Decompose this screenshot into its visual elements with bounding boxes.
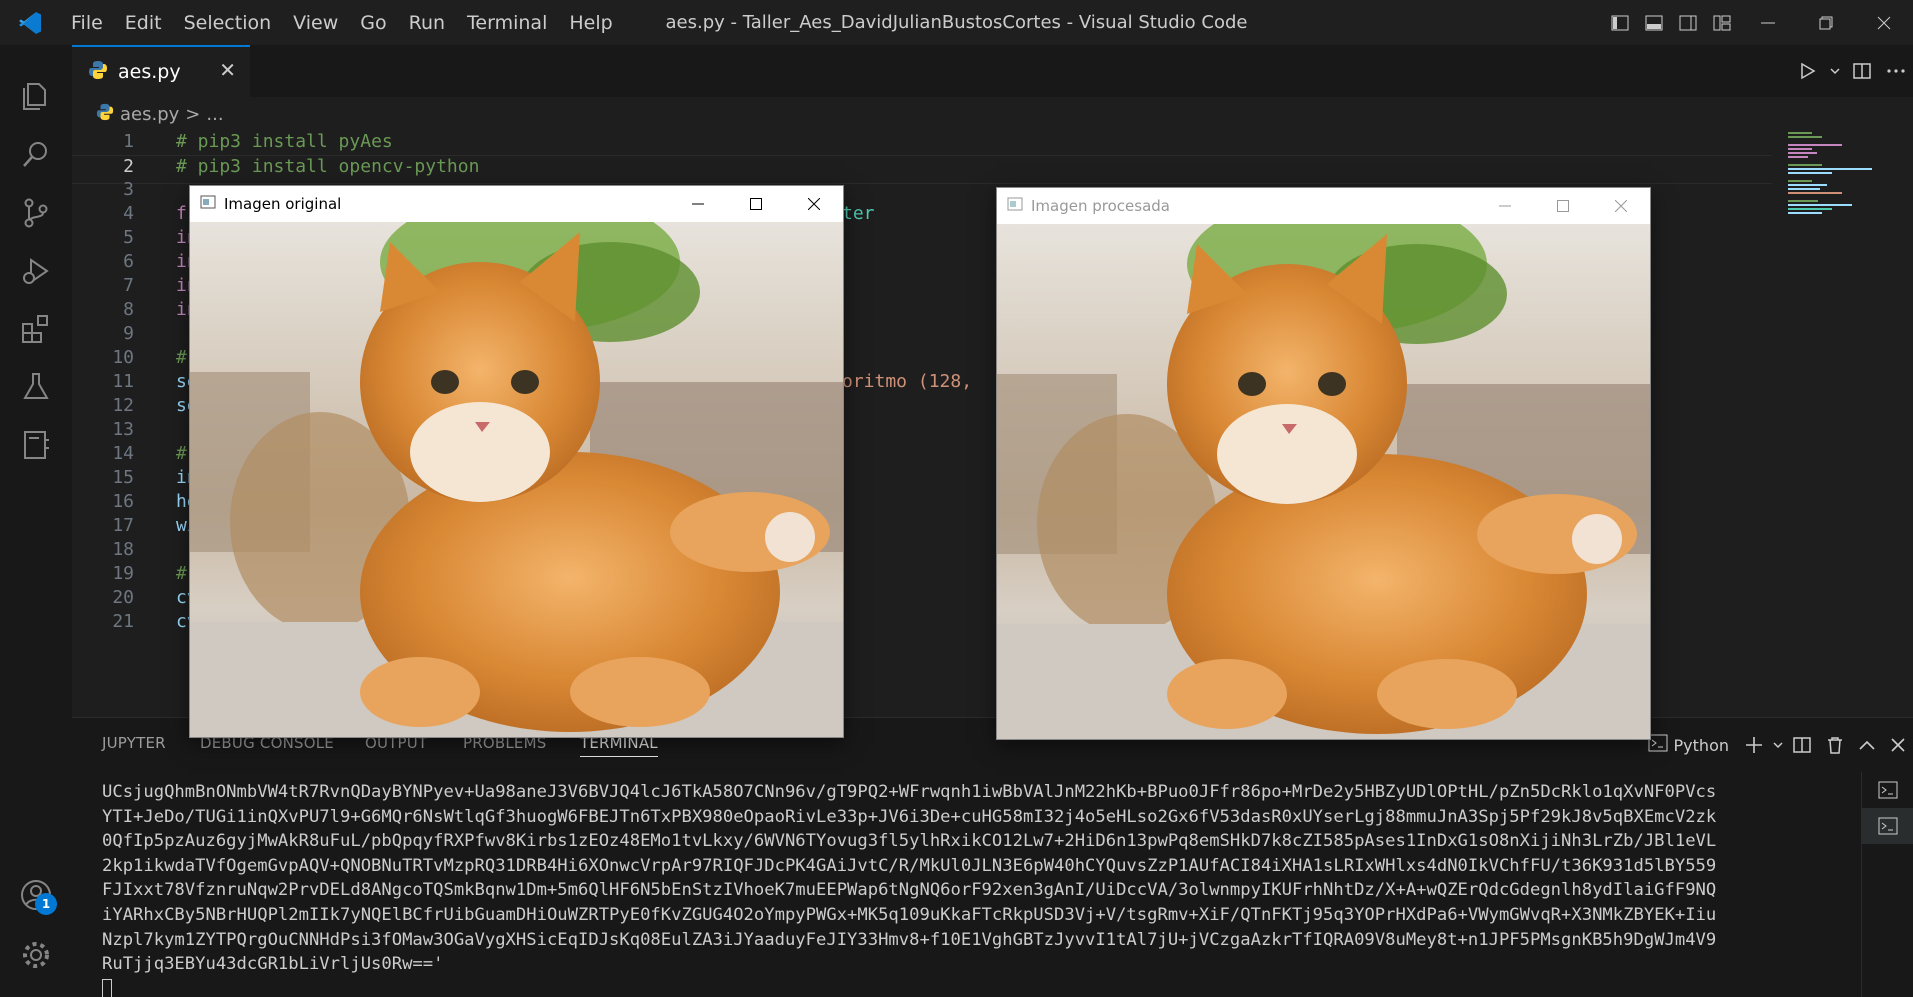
menu-bar: File Edit Selection View Go Run Terminal…: [60, 0, 624, 45]
menu-run[interactable]: Run: [398, 12, 456, 34]
testing-icon[interactable]: [0, 357, 72, 417]
more-actions-icon[interactable]: [1879, 45, 1913, 97]
minimize-window-icon[interactable]: [1739, 0, 1797, 45]
imagen-original-title: Imagen original: [224, 195, 342, 213]
new-terminal-icon[interactable]: [1737, 718, 1771, 772]
terminal-tabs-list: [1861, 772, 1913, 997]
breadcrumb-symbols[interactable]: ...: [206, 104, 223, 125]
terminal-dropdown-chevron-icon[interactable]: [1771, 718, 1785, 772]
jupyter-icon[interactable]: [0, 415, 72, 475]
menu-terminal[interactable]: Terminal: [456, 12, 558, 34]
activity-bar: 1: [0, 45, 72, 997]
terminal-line: UCsjugQhmBnONmbVW4tR7RvnQDayBYNPyev+Ua98…: [102, 782, 1717, 802]
title-controls: [1603, 0, 1913, 45]
window-app-icon: [1007, 197, 1031, 215]
tab-jupyter[interactable]: JUPYTER: [102, 734, 166, 752]
cat-photo-processed: [997, 224, 1650, 739]
source-control-icon[interactable]: [0, 183, 72, 243]
toggle-primary-sidebar-icon[interactable]: [1603, 0, 1637, 45]
close-panel-icon[interactable]: [1883, 718, 1913, 772]
tab-aes-py[interactable]: aes.py ✕: [72, 45, 250, 97]
customize-layout-icon[interactable]: [1705, 0, 1739, 45]
menu-view[interactable]: View: [282, 12, 349, 34]
imagen-procesada-window[interactable]: Imagen procesada: [996, 187, 1651, 740]
terminal-line: Nzpl7kym1ZYTPQrgOuCNNHdPsi3fOMaw3OGaVygX…: [102, 929, 1717, 950]
python-file-icon: [88, 60, 108, 84]
menu-file[interactable]: File: [60, 12, 114, 34]
terminal-output[interactable]: UCsjugQhmBnONmbVW4tR7RvnQDayBYNPyev+Ua98…: [102, 780, 1892, 997]
editor-tabs: aes.py ✕: [72, 45, 1913, 97]
explorer-icon[interactable]: [0, 65, 72, 125]
terminal-line: YTI+JeDo/TUGi1inQXvPU7l9+G6MQr6NsWtlqGf3…: [102, 806, 1717, 827]
breadcrumb-python-icon: [96, 103, 114, 126]
toggle-secondary-sidebar-icon[interactable]: [1671, 0, 1705, 45]
manage-gear-icon[interactable]: [0, 925, 72, 985]
cat-photo-original: [190, 222, 843, 737]
maximize-icon[interactable]: [1534, 188, 1592, 224]
terminal-line: 2kp1ikwdaTVfOgemGvpAQV+QNOBNuTRTvMzpRQ31…: [102, 855, 1717, 876]
tab-close-icon[interactable]: ✕: [219, 58, 236, 82]
breadcrumb-file[interactable]: aes.py: [120, 104, 179, 125]
terminal-line: iYARhxCBy5NBrHUQPl2mIIk7yNQElBCfrUibGuam…: [102, 904, 1717, 925]
terminal-prompt-line: [102, 977, 1892, 997]
kill-terminal-trash-icon[interactable]: [1819, 718, 1851, 772]
split-editor-icon[interactable]: [1845, 45, 1879, 97]
menu-help[interactable]: Help: [558, 12, 623, 34]
vscode-logo-icon: [0, 0, 60, 45]
run-python-file-icon[interactable]: [1791, 45, 1825, 97]
breadcrumb-separator: >: [185, 103, 201, 125]
title-bar: File Edit Selection View Go Run Terminal…: [0, 0, 1913, 45]
terminal-line: RuTjjq3EBYu43dcGR1bLiVrljUs0Rw==': [102, 954, 444, 975]
breadcrumb: aes.py > ...: [72, 97, 230, 131]
close-icon[interactable]: [785, 186, 843, 222]
imagen-original-window[interactable]: Imagen original: [189, 185, 844, 738]
close-window-icon[interactable]: [1855, 0, 1913, 45]
minimize-icon[interactable]: [669, 186, 727, 222]
tab-label: aes.py: [118, 61, 181, 83]
terminal-line: 0QfIp5pzAuz6gyjMwAkR8uFuL/pbQpqyfRXPfwv8…: [102, 831, 1717, 852]
editor-actions: [1791, 45, 1913, 97]
run-debug-icon[interactable]: [0, 241, 72, 301]
minimap[interactable]: [1782, 131, 1882, 231]
accounts-icon[interactable]: [0, 865, 72, 925]
run-dropdown-chevron-icon[interactable]: [1825, 45, 1845, 97]
terminal-instance-icon[interactable]: [1862, 772, 1913, 808]
accounts-badge: 1: [35, 893, 57, 915]
menu-edit[interactable]: Edit: [114, 12, 173, 34]
minimize-icon[interactable]: [1476, 188, 1534, 224]
split-terminal-icon[interactable]: [1785, 718, 1819, 772]
terminal-line: FJIxxt78VfznruNqw2PrvDELd8ANgcoTQSmkBqnw…: [102, 880, 1717, 901]
terminal-shell-name: Python: [1673, 735, 1729, 755]
maximize-panel-chevron-up-icon[interactable]: [1851, 718, 1883, 772]
maximize-icon[interactable]: [727, 186, 785, 222]
editor-scrollbar[interactable]: [1898, 131, 1913, 717]
menu-go[interactable]: Go: [349, 12, 397, 34]
terminal-cursor: [102, 978, 112, 997]
terminal-shell-selector[interactable]: Python: [1640, 718, 1737, 772]
terminal-instance-active-icon[interactable]: [1862, 808, 1913, 844]
restore-window-icon[interactable]: [1797, 0, 1855, 45]
window-app-icon: [200, 195, 224, 213]
bottom-panel: JUPYTER DEBUG CONSOLE OUTPUT PROBLEMS TE…: [72, 717, 1913, 997]
toggle-panel-icon[interactable]: [1637, 0, 1671, 45]
menu-selection[interactable]: Selection: [173, 12, 283, 34]
close-icon[interactable]: [1592, 188, 1650, 224]
imagen-procesada-title: Imagen procesada: [1031, 197, 1170, 215]
panel-actions: Python: [1640, 718, 1913, 772]
extensions-icon[interactable]: [0, 299, 72, 359]
search-icon[interactable]: [0, 125, 72, 185]
